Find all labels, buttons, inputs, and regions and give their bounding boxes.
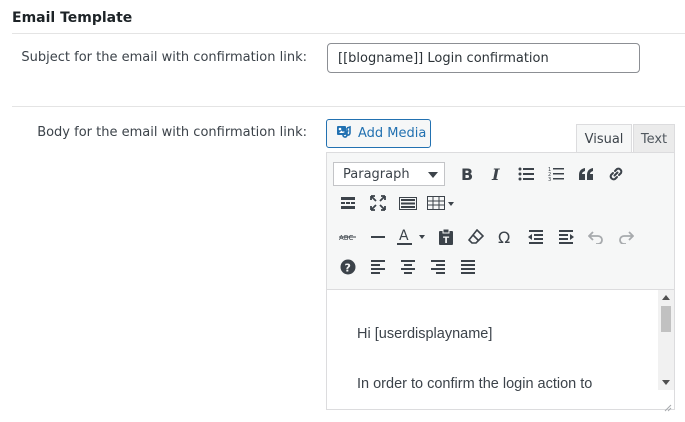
special-character-icon[interactable]: Ω <box>491 224 521 250</box>
section-title: Email Template <box>12 10 133 26</box>
editor-scrollbar[interactable] <box>658 290 674 390</box>
editor-toolbar: Paragraph B I 123 ABC A T Ω ? <box>327 153 674 290</box>
tab-text[interactable]: Text <box>633 124 675 153</box>
strikethrough-icon[interactable]: ABC <box>333 224 363 250</box>
svg-text:Ω: Ω <box>498 229 510 245</box>
subject-label: Subject for the email with confirmation … <box>21 50 307 65</box>
svg-text:T: T <box>443 236 450 245</box>
resize-handle-icon[interactable] <box>662 397 672 412</box>
svg-text:3: 3 <box>548 177 551 181</box>
divider <box>12 106 685 107</box>
content-line: Hi [userdisplayname] <box>357 326 493 342</box>
media-icon <box>336 124 352 144</box>
read-more-icon[interactable] <box>333 190 363 216</box>
svg-text:A: A <box>399 228 409 244</box>
scroll-down-icon[interactable] <box>662 380 670 385</box>
divider <box>12 33 685 34</box>
indent-icon[interactable] <box>551 224 581 250</box>
redo-icon[interactable] <box>611 224 641 250</box>
scroll-up-icon[interactable] <box>662 295 670 300</box>
outdent-icon[interactable] <box>521 224 551 250</box>
justify-icon[interactable] <box>453 254 483 280</box>
horizontal-line-icon[interactable] <box>363 224 393 250</box>
editor: Paragraph B I 123 ABC A T Ω ? Hi [userdi… <box>326 152 675 412</box>
content-line: In order to confirm the login action to <box>357 376 593 392</box>
help-icon[interactable]: ? <box>333 254 363 280</box>
body-label: Body for the email with confirmation lin… <box>37 125 307 140</box>
bold-icon[interactable]: B <box>451 161 481 187</box>
scroll-thumb[interactable] <box>661 306 671 332</box>
format-select-value: Paragraph <box>343 166 410 182</box>
svg-text:ABC: ABC <box>339 234 353 242</box>
align-right-icon[interactable] <box>423 254 453 280</box>
tab-visual[interactable]: Visual <box>576 124 632 153</box>
undo-icon[interactable] <box>581 224 611 250</box>
chevron-down-icon <box>428 167 438 182</box>
subject-input[interactable] <box>327 43 640 73</box>
editor-content[interactable]: Hi [userdisplayname] In order to confirm… <box>327 290 658 398</box>
italic-icon[interactable]: I <box>481 161 511 187</box>
table-icon[interactable] <box>423 190 459 216</box>
svg-text:I: I <box>491 166 500 182</box>
clear-formatting-icon[interactable] <box>461 224 491 250</box>
bullet-list-icon[interactable] <box>511 161 541 187</box>
add-media-label: Add Media <box>358 126 427 141</box>
svg-text:?: ? <box>345 262 351 275</box>
numbered-list-icon[interactable]: 123 <box>541 161 571 187</box>
fullscreen-icon[interactable] <box>363 190 393 216</box>
blockquote-icon[interactable] <box>571 161 601 187</box>
keyboard-toggle-icon[interactable] <box>393 190 423 216</box>
svg-text:B: B <box>461 166 473 182</box>
paste-text-icon[interactable]: T <box>431 224 461 250</box>
align-center-icon[interactable] <box>393 254 423 280</box>
link-icon[interactable] <box>601 161 631 187</box>
add-media-button[interactable]: Add Media <box>326 119 431 148</box>
text-color-icon[interactable]: A <box>393 224 431 250</box>
format-select[interactable]: Paragraph <box>333 162 445 186</box>
align-left-icon[interactable] <box>363 254 393 280</box>
